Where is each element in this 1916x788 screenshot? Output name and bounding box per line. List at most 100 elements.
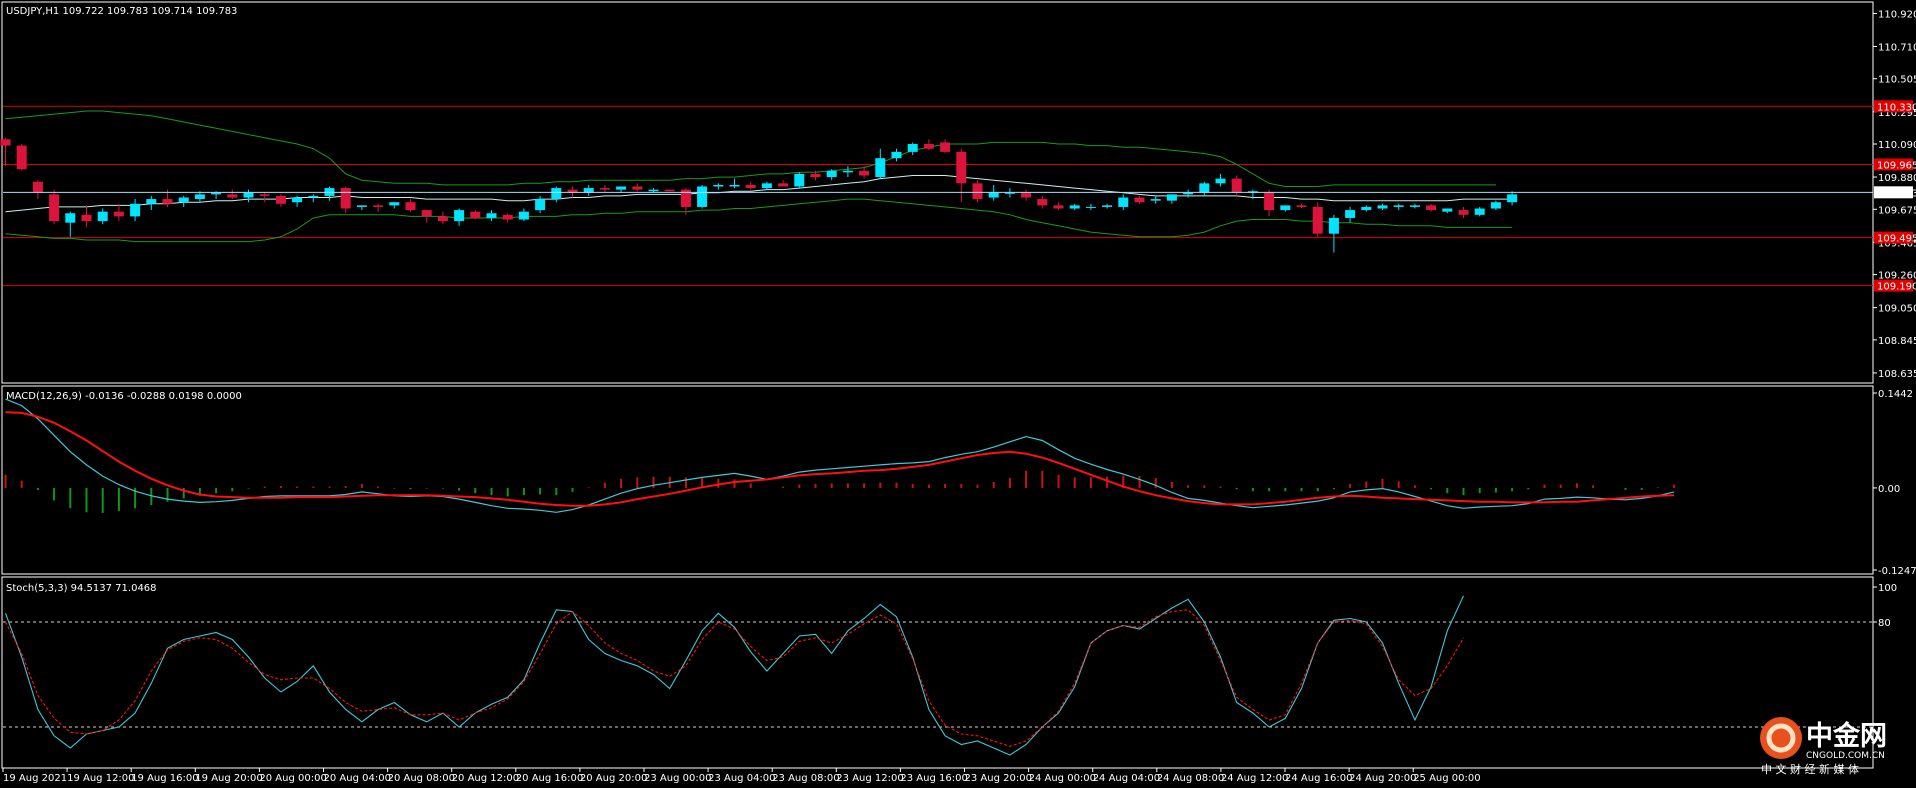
candle-body: [599, 188, 610, 190]
price-level-label: 109.495: [1877, 234, 1916, 245]
candle-body: [194, 194, 205, 200]
candle-body: [405, 202, 416, 211]
candle-body: [162, 199, 173, 204]
time-tick-label: 23 Aug 16:00: [900, 773, 967, 784]
candle-body: [178, 197, 189, 203]
candle-body: [761, 183, 772, 189]
price-tick-label: 109.880: [1878, 173, 1916, 184]
candle-body: [826, 170, 837, 178]
time-tick-label: 20 Aug 04:00: [324, 773, 391, 784]
stochastic-title: Stoch(5,3,3) 94.5137 71.0468: [6, 583, 157, 594]
time-tick-label: 24 Aug 00:00: [1029, 773, 1096, 784]
time-tick-label: 20 Aug 12:00: [452, 773, 519, 784]
time-tick-label: 24 Aug 04:00: [1093, 773, 1160, 784]
candle-body: [1474, 208, 1485, 215]
candle-body: [243, 192, 254, 198]
candle-body: [988, 192, 999, 198]
candle-body: [713, 184, 724, 187]
candle-body: [1102, 205, 1113, 207]
candle-body: [1377, 205, 1388, 209]
candle-body: [859, 170, 870, 176]
time-tick-label: 19 Aug 12:00: [67, 773, 134, 784]
candle-body: [794, 173, 805, 187]
candle-body: [664, 189, 675, 192]
candle-body: [275, 195, 286, 204]
candle-body: [729, 184, 740, 187]
candle-body: [389, 202, 400, 206]
candle-body: [810, 173, 821, 178]
candle-body: [616, 186, 627, 190]
price-tick-label: 110.505: [1878, 75, 1916, 86]
time-tick-label: 24 Aug 08:00: [1157, 773, 1224, 784]
current-price-label: 109.783: [1877, 188, 1916, 199]
chart-background: [0, 0, 1916, 788]
time-tick-label: 25 Aug 00:00: [1413, 773, 1480, 784]
time-tick-label: 19 Aug 16:00: [131, 773, 198, 784]
candle-body: [259, 194, 270, 196]
candle-body: [113, 211, 124, 217]
time-tick-label: 24 Aug 20:00: [1349, 773, 1416, 784]
price-level-label: 109.190: [1877, 282, 1916, 293]
candle-body: [1442, 208, 1453, 212]
candle-body: [130, 203, 141, 217]
candle-body: [454, 210, 465, 222]
candle-body: [1037, 199, 1048, 206]
candle-body: [373, 205, 384, 207]
candle-body: [518, 211, 529, 220]
candle-body: [1215, 178, 1226, 184]
time-tick-label: 24 Aug 12:00: [1221, 773, 1288, 784]
time-tick-label: 20 Aug 16:00: [516, 773, 583, 784]
candle-body: [875, 158, 886, 178]
candle-body: [1118, 197, 1129, 207]
candle-body: [842, 170, 853, 173]
candle-body: [1426, 205, 1437, 211]
time-tick-label: 24 Aug 16:00: [1285, 773, 1352, 784]
price-level-label: 110.330: [1877, 102, 1916, 113]
symbol-header: USDJPY,H1 109.722 109.783 109.714 109.78…: [6, 6, 237, 17]
candle-body: [292, 197, 303, 203]
candle-body: [923, 144, 934, 149]
candle-body: [227, 194, 238, 198]
candle-body: [940, 142, 951, 152]
time-tick-label: 20 Aug 08:00: [388, 773, 455, 784]
candle-body: [340, 188, 351, 209]
candle-body: [65, 213, 76, 223]
stochastic-tick-label: 80: [1878, 618, 1891, 629]
candle-body: [1361, 206, 1372, 211]
candle-body: [972, 183, 983, 200]
trading-chart[interactable]: 110.920110.710110.505110.295110.090109.8…: [0, 0, 1916, 788]
cngold-logo-icon: [1760, 717, 1802, 759]
watermark-tagline: 中 文 财 经 新 媒 体: [1761, 762, 1859, 776]
candle-body: [1507, 194, 1518, 203]
macd-tick-label: 0.1442: [1878, 389, 1913, 400]
macd-tick-label: 0.00: [1878, 484, 1900, 495]
time-tick-label: 23 Aug 12:00: [836, 773, 903, 784]
candle-body: [1312, 206, 1323, 234]
candle-body: [1458, 210, 1469, 215]
candle-body: [308, 195, 319, 198]
price-tick-label: 109.675: [1878, 205, 1916, 216]
candle-body: [648, 189, 659, 192]
time-tick-label: 23 Aug 08:00: [772, 773, 839, 784]
candle-body: [1264, 192, 1275, 211]
candle-body: [16, 145, 27, 170]
candle-body: [97, 211, 108, 222]
candle-body: [891, 151, 902, 159]
candle-body: [49, 194, 60, 222]
candle-body: [1199, 183, 1210, 193]
candle-body: [1393, 205, 1404, 207]
candle-body: [211, 192, 222, 195]
time-tick-label: 19 Aug 2021: [3, 773, 67, 784]
candle-body: [470, 211, 481, 218]
candle-body: [907, 144, 918, 152]
watermark-url: CNGOLD.COM.CN: [1806, 751, 1885, 761]
candle-body: [632, 186, 643, 190]
candle-body: [1345, 210, 1356, 218]
candle-body: [1166, 194, 1177, 201]
candle-body: [437, 216, 448, 222]
candle-body: [551, 188, 562, 200]
candle-body: [1150, 199, 1161, 201]
candle-body: [81, 214, 92, 222]
time-tick-label: 19 Aug 20:00: [195, 773, 262, 784]
time-tick-label: 20 Aug 00:00: [259, 773, 326, 784]
